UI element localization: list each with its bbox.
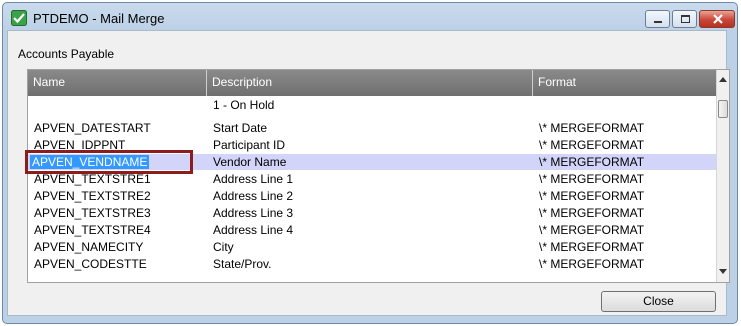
cell-name: APVEN_TEXTSTRE3 — [34, 206, 151, 220]
window-close-button[interactable] — [699, 10, 735, 28]
cell-description: Vendor Name — [213, 155, 287, 169]
cell-format: \* MERGEFORMAT — [539, 240, 645, 254]
table-row[interactable]: APVEN_TEXTSTRE2 Address Line 2 \* MERGEF… — [28, 188, 717, 204]
table-row[interactable]: APVEN_TEXTSTRE3 Address Line 3 \* MERGEF… — [28, 205, 717, 221]
cell-name: APVEN_TEXTSTRE2 — [34, 189, 151, 203]
table-row[interactable]: APVEN_TEXTSTRE4 Address Line 4 \* MERGEF… — [28, 222, 717, 238]
cell-description: Address Line 4 — [213, 223, 294, 237]
cell-format: \* MERGEFORMAT — [539, 155, 645, 169]
minimize-icon — [654, 21, 662, 23]
cell-format: \* MERGEFORMAT — [539, 189, 645, 203]
cell-format: \* MERGEFORMAT — [539, 206, 645, 220]
green-check-icon — [11, 10, 27, 26]
vertical-scrollbar[interactable] — [716, 70, 729, 282]
cell-format: \* MERGEFORMAT — [539, 223, 645, 237]
maximize-icon — [681, 15, 690, 23]
scroll-up-icon[interactable] — [719, 77, 727, 82]
cell-name: APVEN_NAMECITY — [34, 240, 144, 254]
cell-name — [28, 97, 207, 113]
cell-description: State/Prov. — [213, 257, 272, 271]
table-row[interactable]: APVEN_NAMECITY City \* MERGEFORMAT — [28, 239, 717, 255]
cell-name: APVEN_TEXTSTRE4 — [34, 223, 151, 237]
table-row[interactable]: APVEN_CODESTTE State/Prov. \* MERGEFORMA… — [28, 256, 717, 272]
column-header-description[interactable]: Description — [207, 70, 533, 96]
table-row[interactable]: APVEN_DATESTART Start Date \* MERGEFORMA… — [28, 120, 717, 136]
cell-format: \* MERGEFORMAT — [539, 172, 645, 186]
cell-description: Address Line 1 — [213, 172, 294, 186]
cell-name: APVEN_CODESTTE — [34, 257, 147, 271]
cell-format — [533, 97, 717, 113]
cell-description: City — [213, 240, 234, 254]
close-icon — [713, 14, 723, 24]
cell-description: Address Line 3 — [213, 206, 294, 220]
column-header-name[interactable]: Name — [28, 70, 207, 96]
section-label: Accounts Payable — [18, 47, 115, 61]
cell-description: Start Date — [213, 121, 268, 135]
window-title: PTDEMO - Mail Merge — [33, 11, 165, 26]
cell-description: 1 - On Hold — [213, 98, 275, 112]
merge-fields-grid[interactable]: Name Description Format 1 - On Hold APVE… — [27, 69, 730, 283]
column-header-format[interactable]: Format — [533, 70, 717, 96]
cell-format: \* MERGEFORMAT — [539, 138, 645, 152]
scroll-thumb[interactable] — [718, 100, 728, 118]
close-button[interactable]: Close — [601, 291, 716, 312]
annotation-highlight-box — [25, 150, 193, 174]
cell-description: Participant ID — [213, 138, 286, 152]
scroll-down-icon[interactable] — [719, 269, 727, 274]
cell-name: APVEN_DATESTART — [34, 121, 151, 135]
cell-description: Address Line 2 — [213, 189, 294, 203]
grid-header: Name Description Format — [28, 70, 717, 96]
cell-format: \* MERGEFORMAT — [539, 121, 645, 135]
cell-format: \* MERGEFORMAT — [539, 257, 645, 271]
title-bar[interactable]: PTDEMO - Mail Merge — [3, 3, 737, 33]
minimize-button[interactable] — [645, 10, 670, 28]
table-row[interactable]: 1 - On Hold — [28, 97, 717, 113]
maximize-button[interactable] — [672, 10, 697, 28]
